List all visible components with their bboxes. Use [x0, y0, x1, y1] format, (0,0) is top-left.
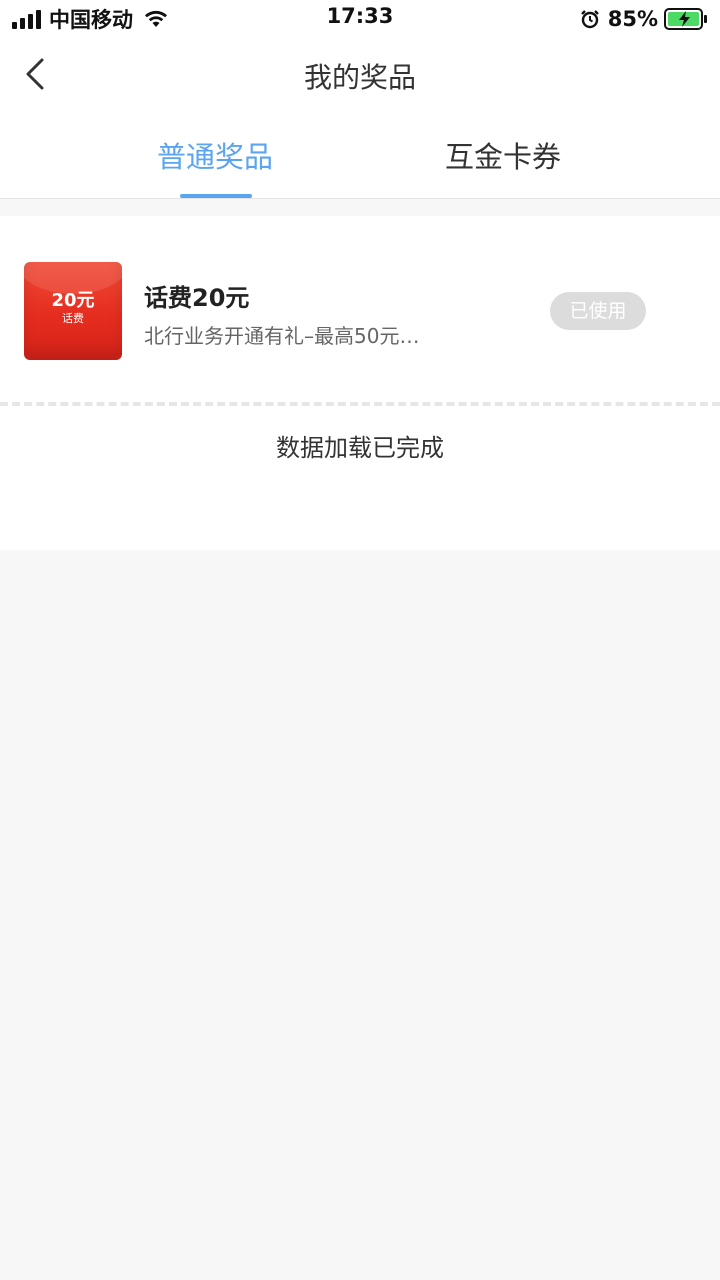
dashed-divider: [0, 402, 720, 406]
prize-description: 北行业务开通有礼–最高50元…: [144, 324, 420, 348]
prize-list: 20元 话费 话费20元 北行业务开通有礼–最高50元… 已使用 数据加载已完成: [0, 216, 720, 550]
tab-finance-coupons[interactable]: 互金卡券: [428, 134, 578, 174]
nav-bar: 我的奖品: [0, 38, 720, 110]
battery-percentage: 85%: [607, 7, 658, 31]
load-complete-text: 数据加载已完成: [276, 434, 444, 462]
list-item[interactable]: 20元 话费 话费20元 北行业务开通有礼–最高50元… 已使用: [0, 216, 720, 402]
status-bar: 中国移动 17:33 85%: [0, 0, 720, 38]
prize-thumbnail-type: 话费: [62, 312, 84, 325]
active-tab-indicator: [180, 194, 252, 198]
battery-charging-icon: [664, 8, 707, 30]
prize-name: 话费20元: [144, 284, 250, 312]
prize-thumbnail-amount: 20元: [51, 290, 95, 311]
status-right: 85%: [580, 6, 708, 32]
alarm-icon: [580, 10, 599, 29]
tab-bar: 普通奖品 互金卡券: [0, 110, 720, 199]
prize-thumbnail: 20元 话费: [24, 262, 122, 360]
tab-normal-prizes[interactable]: 普通奖品: [140, 134, 290, 174]
status-badge: 已使用: [550, 292, 646, 330]
page-title: 我的奖品: [303, 61, 416, 94]
